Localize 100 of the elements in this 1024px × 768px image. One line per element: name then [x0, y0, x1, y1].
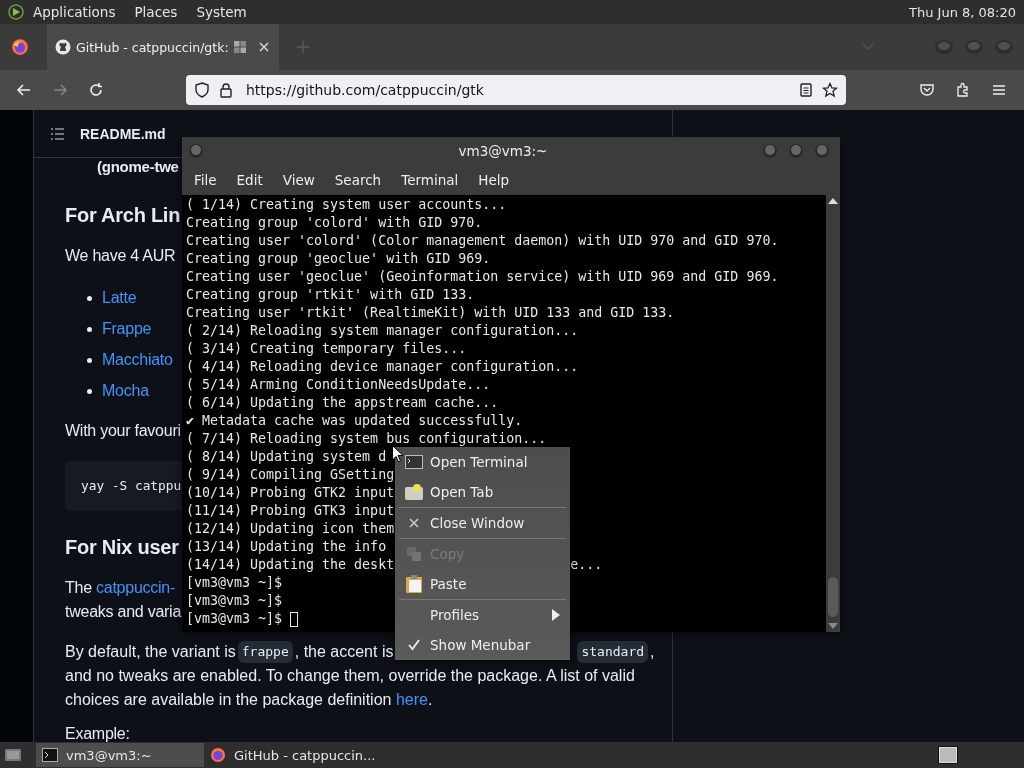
close-icon — [408, 518, 419, 528]
terminal-line: (10/14) Probing GTK2 input — [186, 484, 395, 502]
taskbar-button[interactable]: GitHub - catppuccin... — [204, 743, 382, 767]
file-name: README.md — [80, 125, 166, 142]
scroll-down-icon[interactable] — [828, 623, 838, 629]
terminal-line: ( 6/14) Updating the appstream cache... — [186, 394, 499, 412]
window-control-icon[interactable] — [788, 143, 804, 159]
window-menu-icon[interactable] — [188, 143, 204, 159]
star-icon[interactable] — [822, 82, 838, 98]
terminal-line: [vm3@vm3 ~]$ — [186, 592, 283, 610]
link[interactable]: Mocha — [102, 379, 149, 403]
pocket-icon[interactable] — [919, 82, 935, 98]
menu-item[interactable]: Search — [334, 172, 382, 188]
address-bar[interactable]: https://github.com/catppuccin/gtk — [186, 75, 846, 105]
terminal-line: Creating group 'colord' with GID 970. — [186, 214, 483, 232]
inline-code: standard — [577, 641, 649, 663]
panel-menu[interactable]: System — [196, 4, 247, 20]
close-icon[interactable] — [259, 42, 269, 52]
menu-item[interactable]: Show Menubar — [397, 630, 568, 660]
bullet — [87, 326, 92, 332]
terminal-line: (12/14) Updating icon them — [186, 520, 395, 538]
paragraph: The — [65, 579, 93, 596]
panel-menu[interactable]: Places — [134, 4, 178, 20]
paragraph: With your favouri — [65, 421, 181, 441]
terminal-line: Creating user 'geoclue' (Geoinformation service) with UID 969 and GID 969. — [186, 268, 779, 286]
checkmark-icon — [407, 639, 420, 651]
menu-item[interactable]: Edit — [236, 172, 263, 188]
menu-item[interactable]: Help — [478, 172, 510, 188]
paragraph: (gnome-twe — [97, 157, 179, 177]
scrollbar-thumb[interactable] — [828, 577, 838, 617]
menu-item[interactable]: Open Tab — [397, 477, 568, 507]
scrollbar[interactable] — [826, 195, 840, 632]
terminal-line: ( 3/14) Creating temporary files... — [186, 340, 467, 358]
show-desktop-icon[interactable] — [4, 747, 22, 763]
link[interactable]: Frappe — [102, 317, 152, 341]
menu-icon[interactable] — [991, 82, 1007, 98]
scroll-up-icon[interactable] — [828, 198, 838, 204]
paragraph: , the accent is — [294, 642, 394, 662]
paragraph: , — [650, 642, 655, 662]
lock-icon[interactable] — [218, 82, 234, 98]
firefox-icon — [210, 747, 226, 763]
terminal-line: Creating user 'colord' (Color management daemon) with UID 970 and GID 970. — [186, 232, 779, 250]
menu-item[interactable]: View — [282, 172, 315, 188]
bullet — [87, 388, 92, 394]
github-icon — [55, 39, 71, 55]
window-control-icon[interactable] — [814, 143, 830, 159]
link[interactable]: here — [395, 691, 428, 708]
terminal-line: ( 1/14) Creating system user accounts... — [186, 196, 507, 214]
copy-icon — [405, 546, 422, 562]
firefox-icon[interactable] — [11, 38, 29, 56]
window-control-icon[interactable] — [762, 143, 778, 159]
terminal-line: [vm3@vm3 ~]$ — [186, 574, 283, 592]
terminal-line: ✔ Metadata cache was updated successfully. — [186, 412, 523, 430]
workspace-switcher-icon[interactable] — [938, 746, 958, 764]
browser-tab[interactable]: GitHub - catppuccin/gtk: — [47, 24, 279, 70]
back-icon[interactable] — [16, 82, 32, 98]
menu-item[interactable]: Profiles — [397, 600, 568, 630]
terminal-line: Creating group 'geoclue' with GID 969. — [186, 250, 491, 268]
terminal-line: (13/14) Updating the info — [186, 538, 387, 556]
terminal-line: ( 5/14) Arming ConditionNeedsUpdate... — [186, 376, 491, 394]
paragraph: tweaks and varia — [65, 602, 182, 622]
paragraph: By default, the variant is — [65, 642, 236, 662]
inline-code: frappe — [237, 641, 293, 663]
link[interactable]: catppuccin- — [96, 579, 176, 596]
menu-item[interactable]: Terminal — [401, 172, 459, 188]
terminal-line: ( 4/14) Reloading device manager configuration... — [186, 358, 579, 376]
terminal-line: ( 7/14) Reloading system bus configuration... — [186, 430, 547, 448]
menu-item[interactable]: File — [194, 172, 217, 188]
puzzle-icon[interactable] — [955, 82, 971, 98]
menu-item[interactable]: Close Window — [397, 508, 568, 538]
reader-view-icon[interactable] — [798, 82, 814, 98]
paragraph: We have 4 AUR — [65, 246, 176, 266]
paragraph: Example: — [65, 724, 130, 742]
bullet — [87, 357, 92, 363]
distro-logo-icon[interactable] — [8, 4, 24, 20]
shield-icon[interactable] — [194, 82, 210, 98]
taskbar-button[interactable]: vm3@vm3:~ — [36, 743, 204, 767]
reload-icon[interactable] — [88, 82, 104, 98]
text-cursor — [290, 611, 299, 627]
bullet — [87, 295, 92, 301]
panel-menu[interactable]: Applications — [33, 4, 116, 20]
mouse-pointer-icon — [392, 445, 404, 463]
new-tab-icon — [404, 484, 423, 500]
window-title: vm3@vm3:~ — [458, 143, 548, 159]
submenu-arrow-icon — [552, 609, 560, 621]
squares-icon — [233, 41, 246, 53]
terminal-line: ( 2/14) Reloading system manager configuration... — [186, 322, 579, 340]
outline-icon[interactable] — [50, 125, 66, 142]
section-heading: For Arch Lin — [65, 203, 181, 228]
terminal-icon — [404, 455, 423, 469]
terminal-line: (14/14) Updating the deskt — [186, 556, 395, 574]
link[interactable]: Latte — [102, 286, 137, 310]
section-heading: For Nix user — [65, 535, 179, 560]
clock[interactable]: Thu Jun 8, 08:20 — [909, 4, 1016, 20]
paragraph: and no tweaks are enabled. To change them, override the package. A list of valid choices are available in the package definition here. — [65, 666, 636, 710]
menu-item[interactable]: Paste — [397, 569, 568, 599]
terminal-line: Creating user 'rtkit' (RealtimeKit) with UID 133 and GID 133. — [186, 304, 675, 322]
link[interactable]: Macchiato — [102, 348, 173, 372]
terminal-icon — [42, 748, 58, 762]
clipboard-icon — [405, 575, 422, 593]
